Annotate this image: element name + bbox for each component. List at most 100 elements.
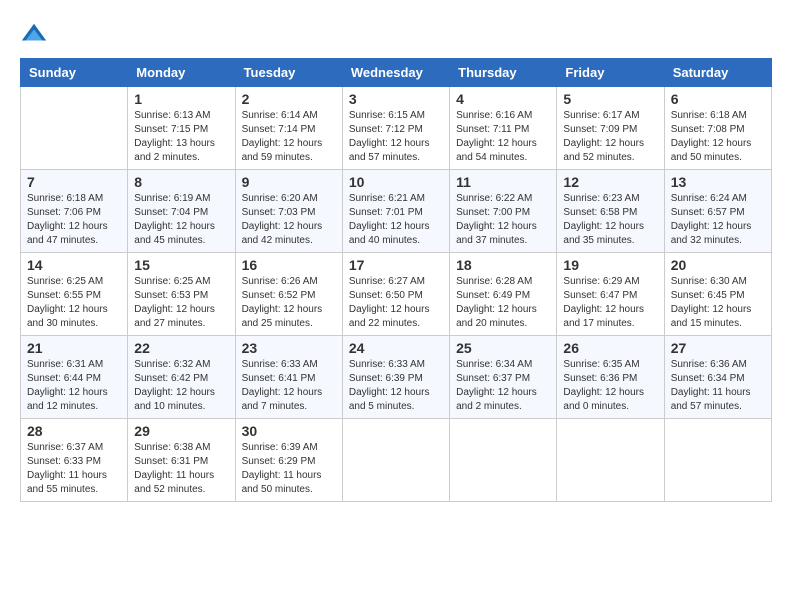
- day-info: Sunrise: 6:18 AMSunset: 7:08 PMDaylight:…: [671, 109, 765, 165]
- day-info: Sunrise: 6:39 AMSunset: 6:29 PMDaylight:…: [242, 441, 336, 497]
- header-sunday: Sunday: [21, 59, 128, 87]
- day-number: 2: [242, 91, 336, 107]
- day-number: 19: [563, 257, 657, 273]
- header-saturday: Saturday: [664, 59, 771, 87]
- page-header: [20, 20, 772, 48]
- day-number: 12: [563, 174, 657, 190]
- header-monday: Monday: [128, 59, 235, 87]
- calendar-cell: 24Sunrise: 6:33 AMSunset: 6:39 PMDayligh…: [342, 336, 449, 419]
- calendar-cell: 3 Sunrise: 6:15 AMSunset: 7:12 PMDaylight…: [342, 87, 449, 170]
- day-number: 22: [134, 340, 228, 356]
- day-info: Sunrise: 6:37 AMSunset: 6:33 PMDaylight:…: [27, 441, 121, 497]
- day-info: Sunrise: 6:13 AMSunset: 7:15 PMDaylight:…: [134, 109, 228, 165]
- calendar-cell: [21, 87, 128, 170]
- day-info: Sunrise: 6:25 AMSunset: 6:53 PMDaylight:…: [134, 275, 228, 331]
- calendar-cell: 7Sunrise: 6:18 AMSunset: 7:06 PMDaylight…: [21, 170, 128, 253]
- logo: [20, 20, 52, 48]
- calendar-cell: 30 Sunrise: 6:39 AMSunset: 6:29 PMDayligh…: [235, 419, 342, 502]
- calendar-cell: 29 Sunrise: 6:38 AMSunset: 6:31 PMDayligh…: [128, 419, 235, 502]
- day-number: 5: [563, 91, 657, 107]
- day-number: 7: [27, 174, 121, 190]
- day-number: 28: [27, 423, 121, 439]
- logo-icon: [20, 20, 48, 48]
- day-info: Sunrise: 6:36 AMSunset: 6:34 PMDaylight:…: [671, 358, 765, 414]
- day-info: Sunrise: 6:20 AMSunset: 7:03 PMDaylight:…: [242, 192, 336, 248]
- calendar-cell: 16Sunrise: 6:26 AMSunset: 6:52 PMDayligh…: [235, 253, 342, 336]
- calendar-cell: 20 Sunrise: 6:30 AMSunset: 6:45 PMDayligh…: [664, 253, 771, 336]
- day-number: 23: [242, 340, 336, 356]
- calendar-week-row: 28 Sunrise: 6:37 AMSunset: 6:33 PMDayligh…: [21, 419, 772, 502]
- header-friday: Friday: [557, 59, 664, 87]
- day-number: 10: [349, 174, 443, 190]
- day-number: 27: [671, 340, 765, 356]
- calendar-cell: 27 Sunrise: 6:36 AMSunset: 6:34 PMDayligh…: [664, 336, 771, 419]
- calendar-cell: 26 Sunrise: 6:35 AMSunset: 6:36 PMDayligh…: [557, 336, 664, 419]
- calendar-cell: 13Sunrise: 6:24 AMSunset: 6:57 PMDayligh…: [664, 170, 771, 253]
- day-number: 17: [349, 257, 443, 273]
- day-info: Sunrise: 6:25 AMSunset: 6:55 PMDaylight:…: [27, 275, 121, 331]
- day-number: 11: [456, 174, 550, 190]
- day-info: Sunrise: 6:19 AMSunset: 7:04 PMDaylight:…: [134, 192, 228, 248]
- day-info: Sunrise: 6:31 AMSunset: 6:44 PMDaylight:…: [27, 358, 121, 414]
- calendar-week-row: 1 Sunrise: 6:13 AMSunset: 7:15 PMDaylight…: [21, 87, 772, 170]
- header-thursday: Thursday: [450, 59, 557, 87]
- day-number: 14: [27, 257, 121, 273]
- day-info: Sunrise: 6:29 AMSunset: 6:47 PMDaylight:…: [563, 275, 657, 331]
- day-number: 29: [134, 423, 228, 439]
- day-number: 18: [456, 257, 550, 273]
- calendar-cell: 5 Sunrise: 6:17 AMSunset: 7:09 PMDaylight…: [557, 87, 664, 170]
- calendar-cell: 18 Sunrise: 6:28 AMSunset: 6:49 PMDayligh…: [450, 253, 557, 336]
- calendar-cell: 15Sunrise: 6:25 AMSunset: 6:53 PMDayligh…: [128, 253, 235, 336]
- header-wednesday: Wednesday: [342, 59, 449, 87]
- day-info: Sunrise: 6:21 AMSunset: 7:01 PMDaylight:…: [349, 192, 443, 248]
- calendar-week-row: 7Sunrise: 6:18 AMSunset: 7:06 PMDaylight…: [21, 170, 772, 253]
- day-info: Sunrise: 6:32 AMSunset: 6:42 PMDaylight:…: [134, 358, 228, 414]
- calendar-cell: 19 Sunrise: 6:29 AMSunset: 6:47 PMDayligh…: [557, 253, 664, 336]
- day-number: 26: [563, 340, 657, 356]
- calendar-cell: 21 Sunrise: 6:31 AMSunset: 6:44 PMDayligh…: [21, 336, 128, 419]
- day-number: 25: [456, 340, 550, 356]
- day-number: 30: [242, 423, 336, 439]
- calendar-cell: 9 Sunrise: 6:20 AMSunset: 7:03 PMDaylight…: [235, 170, 342, 253]
- day-number: 6: [671, 91, 765, 107]
- calendar-table: SundayMondayTuesdayWednesdayThursdayFrid…: [20, 58, 772, 502]
- calendar-cell: [450, 419, 557, 502]
- calendar-cell: [342, 419, 449, 502]
- day-info: Sunrise: 6:30 AMSunset: 6:45 PMDaylight:…: [671, 275, 765, 331]
- day-info: Sunrise: 6:33 AMSunset: 6:39 PMDaylight:…: [349, 358, 443, 414]
- day-number: 1: [134, 91, 228, 107]
- calendar-cell: 12 Sunrise: 6:23 AMSunset: 6:58 PMDayligh…: [557, 170, 664, 253]
- calendar-cell: 1 Sunrise: 6:13 AMSunset: 7:15 PMDaylight…: [128, 87, 235, 170]
- day-info: Sunrise: 6:38 AMSunset: 6:31 PMDaylight:…: [134, 441, 228, 497]
- calendar-cell: 8 Sunrise: 6:19 AMSunset: 7:04 PMDaylight…: [128, 170, 235, 253]
- day-info: Sunrise: 6:27 AMSunset: 6:50 PMDaylight:…: [349, 275, 443, 331]
- calendar-cell: 23 Sunrise: 6:33 AMSunset: 6:41 PMDayligh…: [235, 336, 342, 419]
- day-info: Sunrise: 6:15 AMSunset: 7:12 PMDaylight:…: [349, 109, 443, 165]
- day-info: Sunrise: 6:35 AMSunset: 6:36 PMDaylight:…: [563, 358, 657, 414]
- calendar-cell: 14 Sunrise: 6:25 AMSunset: 6:55 PMDayligh…: [21, 253, 128, 336]
- day-number: 13: [671, 174, 765, 190]
- calendar-cell: 4Sunrise: 6:16 AMSunset: 7:11 PMDaylight…: [450, 87, 557, 170]
- calendar-cell: 25 Sunrise: 6:34 AMSunset: 6:37 PMDayligh…: [450, 336, 557, 419]
- day-number: 20: [671, 257, 765, 273]
- calendar-cell: 6 Sunrise: 6:18 AMSunset: 7:08 PMDaylight…: [664, 87, 771, 170]
- day-info: Sunrise: 6:34 AMSunset: 6:37 PMDaylight:…: [456, 358, 550, 414]
- calendar-cell: 22 Sunrise: 6:32 AMSunset: 6:42 PMDayligh…: [128, 336, 235, 419]
- calendar-cell: 2Sunrise: 6:14 AMSunset: 7:14 PMDaylight…: [235, 87, 342, 170]
- day-number: 9: [242, 174, 336, 190]
- day-info: Sunrise: 6:22 AMSunset: 7:00 PMDaylight:…: [456, 192, 550, 248]
- calendar-cell: [557, 419, 664, 502]
- calendar-cell: 10 Sunrise: 6:21 AMSunset: 7:01 PMDayligh…: [342, 170, 449, 253]
- calendar-cell: 28 Sunrise: 6:37 AMSunset: 6:33 PMDayligh…: [21, 419, 128, 502]
- calendar-week-row: 14 Sunrise: 6:25 AMSunset: 6:55 PMDayligh…: [21, 253, 772, 336]
- day-info: Sunrise: 6:28 AMSunset: 6:49 PMDaylight:…: [456, 275, 550, 331]
- day-info: Sunrise: 6:23 AMSunset: 6:58 PMDaylight:…: [563, 192, 657, 248]
- day-number: 8: [134, 174, 228, 190]
- calendar-week-row: 21 Sunrise: 6:31 AMSunset: 6:44 PMDayligh…: [21, 336, 772, 419]
- day-info: Sunrise: 6:33 AMSunset: 6:41 PMDaylight:…: [242, 358, 336, 414]
- day-number: 21: [27, 340, 121, 356]
- day-info: Sunrise: 6:17 AMSunset: 7:09 PMDaylight:…: [563, 109, 657, 165]
- day-number: 4: [456, 91, 550, 107]
- calendar-header-row: SundayMondayTuesdayWednesdayThursdayFrid…: [21, 59, 772, 87]
- day-number: 3: [349, 91, 443, 107]
